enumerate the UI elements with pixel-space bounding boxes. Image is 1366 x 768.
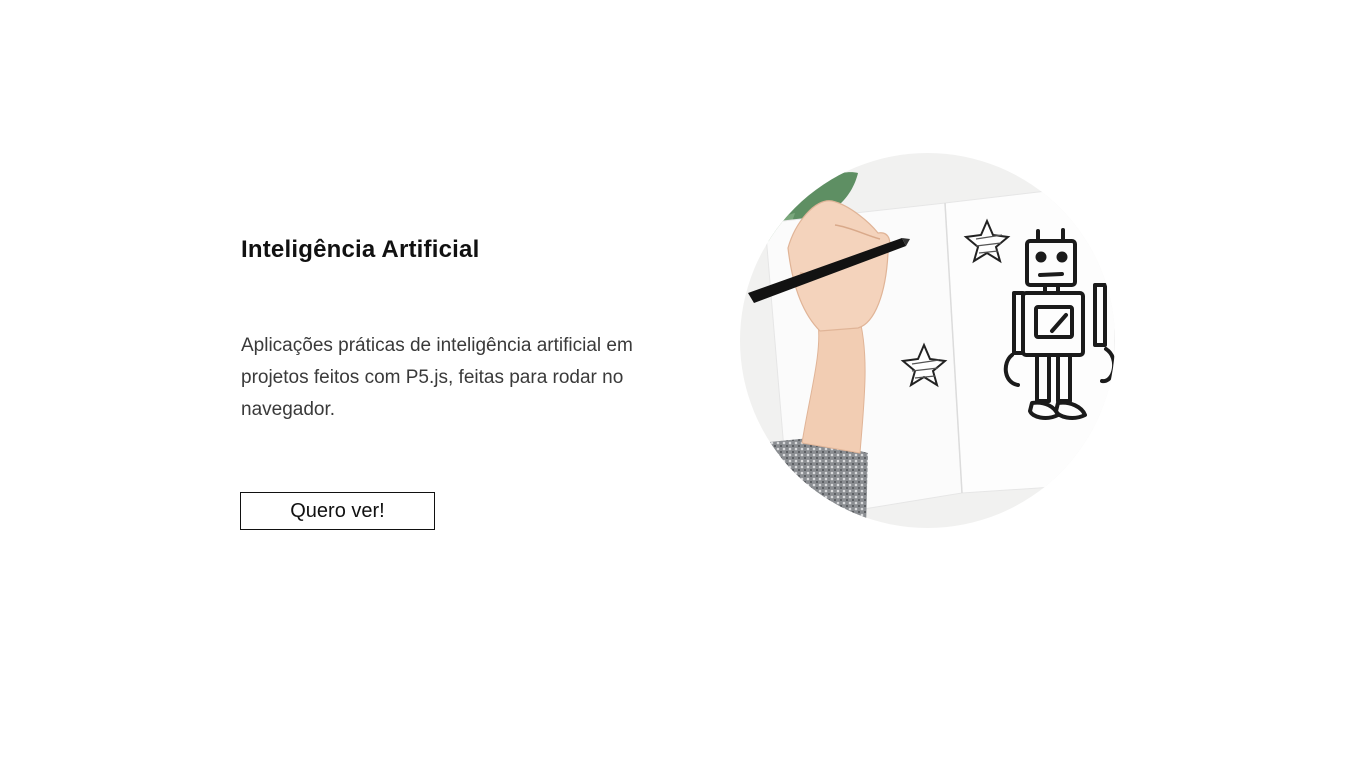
quero-ver-button[interactable]: Quero ver! bbox=[240, 492, 435, 530]
hand-drawing-robot-illustration bbox=[740, 153, 1115, 528]
hero-description: Aplicações práticas de inteligência arti… bbox=[241, 335, 633, 420]
hero-title: Inteligência Artificial bbox=[241, 236, 480, 263]
hero-text-column: Inteligência Artificial Aplicações práti… bbox=[241, 236, 651, 426]
hero-section: Inteligência Artificial Aplicações práti… bbox=[0, 0, 1366, 768]
